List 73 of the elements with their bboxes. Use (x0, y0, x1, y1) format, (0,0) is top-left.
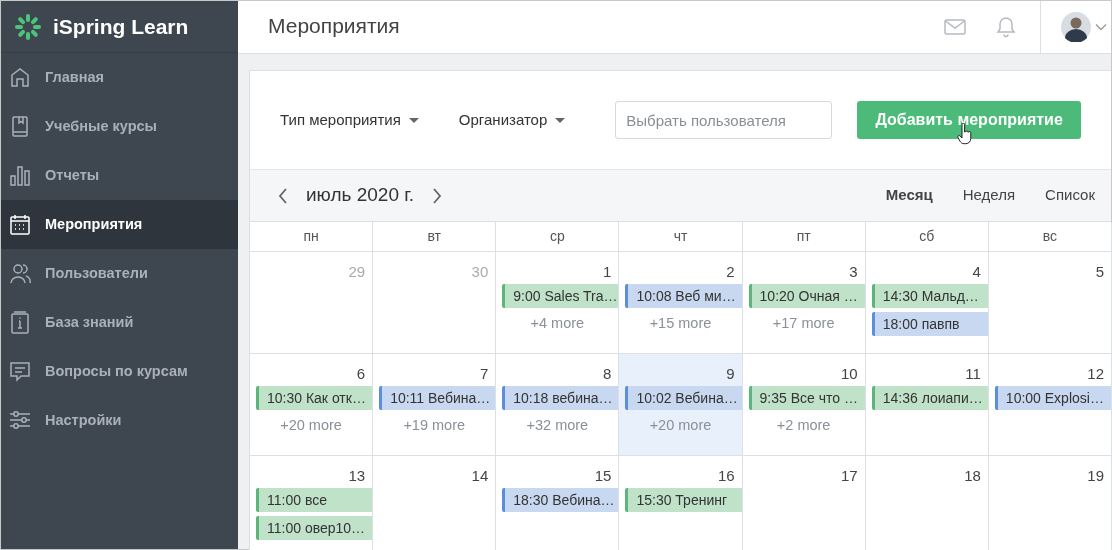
event-chip[interactable]: 18:00 павпв (871, 312, 988, 336)
home-icon (9, 66, 31, 89)
view-tab[interactable]: Месяц (855, 184, 933, 207)
weekday-label: пн (303, 227, 319, 246)
event-chip[interactable]: 11:00 все (256, 488, 373, 512)
event-chip[interactable]: 10:08 Веб ми… (625, 284, 742, 308)
day-number: 16 (717, 466, 736, 486)
day-number: 18 (964, 466, 982, 486)
day-number: 30 (471, 262, 490, 282)
event-chip[interactable]: 10:18 вебина… (502, 386, 619, 410)
calendar-icon (9, 213, 31, 236)
sidebar-item[interactable]: Мероприятия (1, 200, 238, 249)
event-chip[interactable]: 10:20 Очная … (748, 284, 865, 308)
day-number: 7 (479, 364, 490, 384)
day-number: 13 (348, 466, 367, 486)
event-chip[interactable]: 10:00 Explosi… (994, 386, 1111, 410)
page-title: Мероприятия (267, 13, 401, 39)
day-number: 2 (726, 262, 736, 282)
day-number: 8 (603, 364, 613, 384)
sidebar-item[interactable]: Вопросы по курсам (1, 347, 238, 396)
sidebar-item[interactable]: База знаний (1, 298, 238, 347)
sliders-icon (9, 409, 31, 432)
month-label: июль 2020 г. (306, 183, 415, 208)
event-chip[interactable]: 14:36 лоиапи… (871, 386, 988, 410)
user-search-field[interactable]: Выбрать пользователя (615, 101, 833, 139)
weekday-label: чт (673, 227, 688, 246)
event-chip[interactable]: 14:30 Мальд… (871, 284, 988, 308)
day-number: 6 (356, 364, 367, 384)
day-number: 17 (841, 466, 859, 486)
event-chip[interactable]: 10:02 Вебина… (625, 386, 742, 410)
logo-text: iSpring Learn (53, 13, 189, 40)
event-chip[interactable]: 18:30 Вебина… (502, 488, 619, 512)
sidebar-item[interactable]: Учебные курсы (1, 102, 238, 151)
weekday-label: вт (427, 227, 441, 246)
event-chip[interactable]: 10:30 Как отк… (256, 386, 373, 410)
user-avatar[interactable] (1061, 12, 1091, 42)
weekday-label: вс (1042, 227, 1058, 246)
event-chip[interactable]: 15:30 Тренинг (625, 488, 742, 512)
sidebar-item[interactable]: Главная (1, 53, 238, 102)
sidebar-item[interactable]: Отчеты (1, 151, 238, 200)
weekday-label: ср (549, 227, 565, 246)
caret-icon (555, 117, 566, 123)
view-tab[interactable]: Неделя (932, 184, 1016, 207)
weekday-label: сб (919, 227, 935, 246)
day-number: 14 (471, 466, 490, 486)
day-number: 5 (1095, 262, 1105, 282)
users-icon (9, 262, 31, 285)
day-number: 4 (972, 262, 982, 282)
day-number: 1 (603, 262, 613, 282)
day-number: 12 (1087, 364, 1105, 384)
caret-icon (408, 117, 419, 123)
view-tab[interactable]: Список (1015, 184, 1095, 207)
sidebar-item[interactable]: Пользователи (1, 249, 238, 298)
event-chip[interactable]: 9:35 Все что … (748, 386, 865, 410)
info-book-icon (9, 311, 31, 334)
book-icon (9, 115, 31, 138)
day-number: 3 (849, 262, 859, 282)
day-number: 9 (726, 364, 736, 384)
filter-dropdown[interactable]: Организатор (458, 108, 566, 132)
day-number: 19 (1087, 466, 1105, 486)
bar-chart-icon (9, 164, 31, 187)
sidebar-item[interactable]: Настройки (1, 396, 238, 445)
day-number: 29 (348, 262, 367, 282)
day-number: 11 (965, 364, 982, 384)
weekday-label: пт (796, 227, 811, 246)
event-chip[interactable]: 9:00 Sales Tra… (502, 284, 619, 308)
logo-icon (13, 11, 43, 42)
event-chip[interactable]: 11:00 овер10… (256, 516, 373, 540)
filter-dropdown[interactable]: Тип мероприятия (280, 108, 419, 132)
day-number: 10 (841, 364, 859, 384)
event-chip[interactable]: 10:11 Вебина… (379, 386, 496, 410)
day-number: 15 (594, 466, 613, 486)
chat-icon (9, 360, 31, 383)
